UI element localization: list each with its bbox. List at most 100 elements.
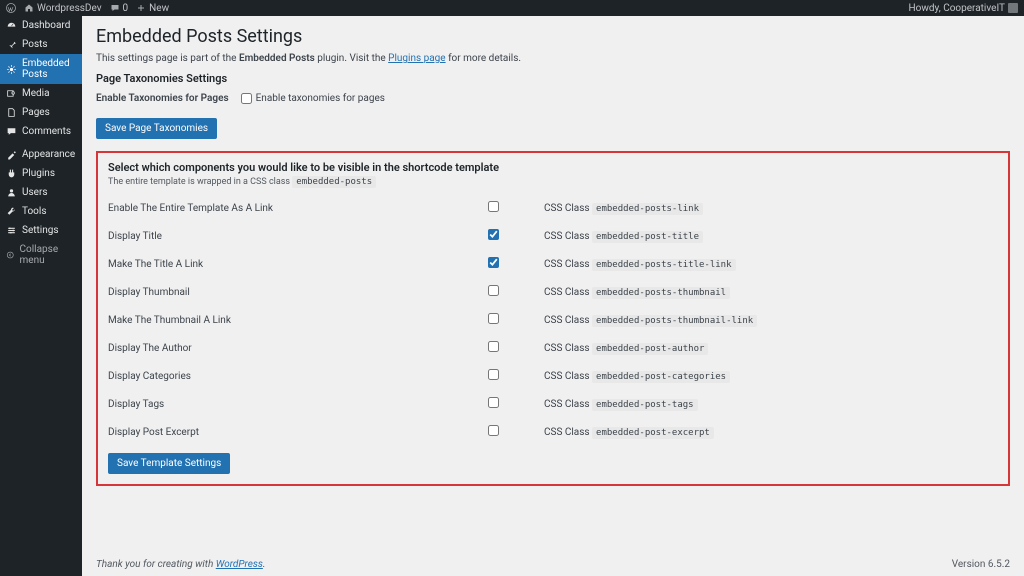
option-label: Display Title	[108, 231, 488, 242]
sidebar-item-media[interactable]: Media	[0, 84, 82, 103]
taxonomy-checkbox-label[interactable]: Enable taxonomies for pages	[241, 93, 385, 104]
option-class-cell: CSS Class embedded-posts-thumbnail	[544, 287, 730, 298]
media-icon	[6, 88, 17, 99]
sidebar-item-appearance[interactable]: Appearance	[0, 145, 82, 164]
option-checkbox[interactable]	[488, 201, 499, 212]
sidebar-item-label: Media	[22, 88, 50, 99]
plugins-icon	[6, 168, 17, 179]
adminbar-left: WordpressDev 0 New	[6, 3, 169, 14]
home-icon	[24, 3, 34, 13]
version-text: Version 6.5.2	[952, 559, 1010, 570]
footer: Thank you for creating with WordPress. V…	[96, 559, 1010, 570]
option-label: Make The Thumbnail A Link	[108, 315, 488, 326]
option-checkbox[interactable]	[488, 229, 499, 240]
sidebar-item-dashboard[interactable]: Dashboard	[0, 16, 82, 35]
collapse-icon	[6, 250, 15, 260]
users-icon	[6, 187, 17, 198]
option-label: Enable The Entire Template As A Link	[108, 203, 488, 214]
option-class-code: embedded-posts-thumbnail	[592, 287, 730, 299]
wrapper-class-code: embedded-posts	[292, 176, 376, 188]
option-class-cell: CSS Class embedded-post-author	[544, 343, 708, 354]
sidebar-item-posts[interactable]: Posts	[0, 35, 82, 54]
option-class-code: embedded-post-title	[592, 231, 703, 243]
option-checkbox[interactable]	[488, 397, 499, 408]
sidebar-item-users[interactable]: Users	[0, 183, 82, 202]
page-icon	[6, 107, 17, 118]
option-checkbox[interactable]	[488, 313, 499, 324]
dashboard-icon	[6, 20, 17, 31]
admin-generic-icon	[6, 64, 17, 75]
option-class-cell: CSS Class embedded-posts-thumbnail-link	[544, 315, 757, 326]
taxonomy-label: Enable Taxonomies for Pages	[96, 93, 229, 104]
sidebar-item-comments[interactable]: Comments	[0, 122, 82, 141]
pin-icon	[6, 39, 17, 50]
admin-sidebar: Dashboard Posts Embedded Posts Media Pages Co…	[0, 16, 82, 576]
template-heading: Select which components you would like t…	[108, 161, 998, 174]
option-label: Display Post Excerpt	[108, 427, 488, 438]
sidebar-item-settings[interactable]: Settings	[0, 221, 82, 240]
new-label: New	[149, 3, 169, 14]
comments-link[interactable]: 0	[110, 3, 129, 14]
option-class-code: embedded-posts-title-link	[592, 259, 735, 271]
option-checkbox[interactable]	[488, 257, 499, 268]
taxonomies-heading: Page Taxonomies Settings	[96, 72, 1010, 85]
site-name-link[interactable]: WordpressDev	[24, 3, 102, 14]
footer-thanks: Thank you for creating with WordPress.	[96, 559, 265, 570]
option-class-cell: CSS Class embedded-post-title	[544, 231, 703, 242]
site-name: WordpressDev	[37, 3, 102, 14]
wp-logo[interactable]	[6, 3, 16, 13]
comments-icon	[6, 126, 17, 137]
comments-count: 0	[123, 3, 129, 14]
option-label: Make The Title A Link	[108, 259, 488, 270]
save-taxonomies-button[interactable]: Save Page Taxonomies	[96, 118, 217, 139]
option-class-cell: CSS Class embedded-posts-title-link	[544, 259, 736, 270]
sidebar-item-label: Dashboard	[22, 20, 70, 31]
new-link[interactable]: New	[136, 3, 169, 14]
save-template-button[interactable]: Save Template Settings	[108, 453, 230, 474]
content-area: Embedded Posts Settings This settings pa…	[82, 16, 1024, 576]
option-label: Display The Author	[108, 343, 488, 354]
sidebar-item-embedded-posts[interactable]: Embedded Posts	[0, 54, 82, 84]
sidebar-item-label: Pages	[22, 107, 50, 118]
option-class-code: embedded-post-categories	[592, 371, 730, 383]
template-option-row: Make The Title A Link CSS Class embedded-…	[108, 257, 998, 271]
sidebar-item-label: Embedded Posts	[22, 58, 76, 80]
option-class-cell: CSS Class embedded-post-categories	[544, 371, 730, 382]
collapse-menu[interactable]: Collapse menu	[0, 240, 82, 270]
template-option-row: Display Title CSS Class embedded-post-tit…	[108, 229, 998, 243]
settings-icon	[6, 225, 17, 236]
option-class-code: embedded-post-excerpt	[592, 427, 714, 439]
template-option-row: Enable The Entire Template As A LinkCSS …	[108, 201, 998, 215]
plus-icon	[136, 3, 146, 13]
howdy-link[interactable]: Howdy, CooperativeIT	[909, 3, 1018, 14]
page-title: Embedded Posts Settings	[96, 26, 1010, 47]
wordpress-link[interactable]: WordPress	[216, 559, 263, 570]
avatar	[1008, 3, 1018, 13]
comments-icon	[110, 3, 120, 13]
sidebar-item-pages[interactable]: Pages	[0, 103, 82, 122]
option-checkbox[interactable]	[488, 285, 499, 296]
sidebar-item-label: Appearance	[22, 149, 75, 160]
option-label: Display Thumbnail	[108, 287, 488, 298]
option-class-code: embedded-posts-thumbnail-link	[592, 315, 757, 327]
template-settings-box: Select which components you would like t…	[96, 151, 1010, 486]
plugins-page-link[interactable]: Plugins page	[388, 53, 445, 64]
intro-text: This settings page is part of the Embedd…	[96, 53, 1010, 64]
option-checkbox[interactable]	[488, 369, 499, 380]
tools-icon	[6, 206, 17, 217]
taxonomy-checkbox[interactable]	[241, 93, 252, 104]
template-option-row: Display TagsCSS Class embedded-post-tags	[108, 397, 998, 411]
option-checkbox[interactable]	[488, 341, 499, 352]
sidebar-item-plugins[interactable]: Plugins	[0, 164, 82, 183]
option-checkbox[interactable]	[488, 425, 499, 436]
option-class-cell: CSS Class embedded-post-tags	[544, 399, 698, 410]
template-subtext: The entire template is wrapped in a CSS …	[108, 177, 998, 187]
template-option-row: Display The Author CSS Class embedded-pos…	[108, 341, 998, 355]
option-label: Display Categories	[108, 371, 488, 382]
admin-bar: WordpressDev 0 New Howdy, CooperativeIT	[0, 0, 1024, 16]
option-class-code: embedded-post-tags	[592, 399, 698, 411]
template-option-row: Display Categories CSS Class embedded-pos…	[108, 369, 998, 383]
sidebar-item-tools[interactable]: Tools	[0, 202, 82, 221]
template-option-row: Make The Thumbnail A Link CSS Class embed…	[108, 313, 998, 327]
taxonomy-row: Enable Taxonomies for Pages Enable taxon…	[96, 93, 1010, 104]
